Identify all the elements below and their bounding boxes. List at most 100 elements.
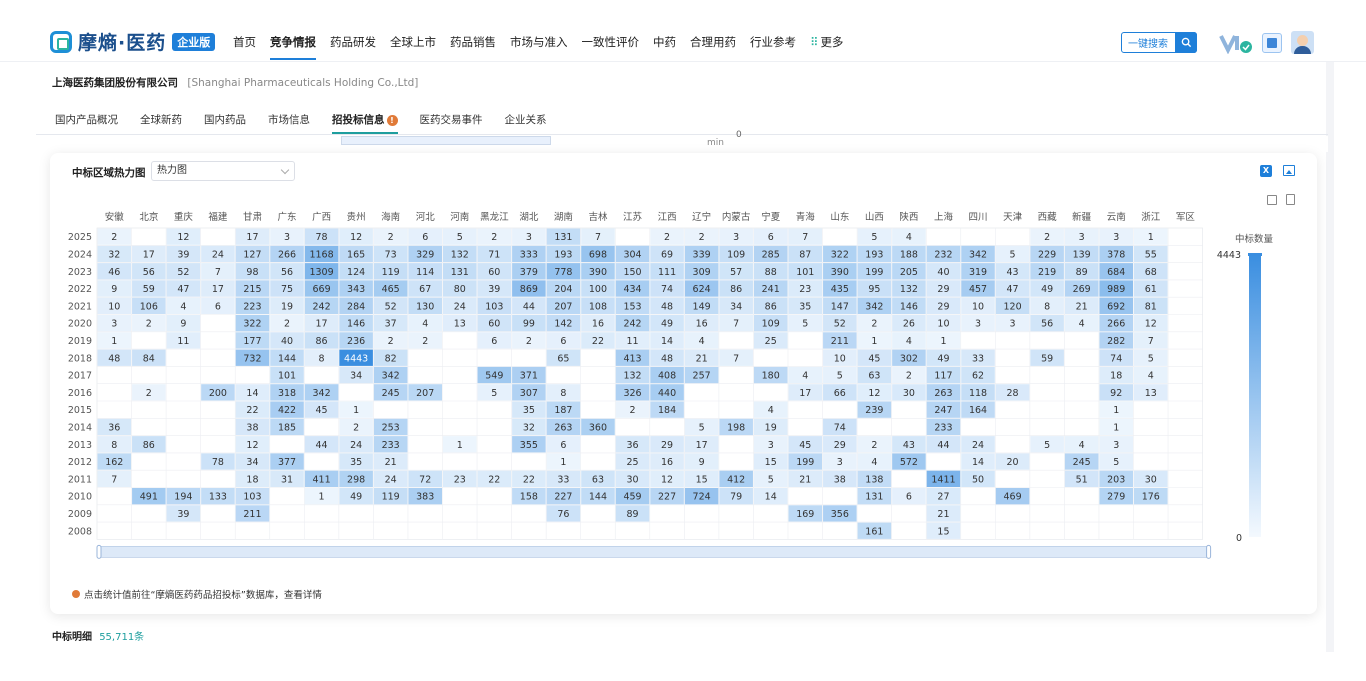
heatmap-cell-value[interactable]: 326 [623,388,641,399]
heatmap-cell-value[interactable]: 89 [626,509,638,520]
nav-item-3[interactable]: 全球上市 [390,34,436,60]
heatmap-cell-value[interactable]: 35 [523,405,535,416]
heatmap-cell-value[interactable]: 109 [727,249,745,260]
heatmap-cell-value[interactable]: 65 [557,353,569,364]
tab-4[interactable]: 招投标信息! [332,112,398,134]
heatmap-cell-value[interactable]: 247 [934,405,952,416]
heatmap-cell-value[interactable]: 22 [592,336,604,347]
heatmap-cell-value[interactable]: 16 [592,319,604,330]
heatmap-cell-value[interactable]: 176 [1142,492,1160,503]
heatmap-cell-value[interactable]: 89 [1076,267,1088,278]
heatmap-cell-value[interactable]: 203 [1107,474,1125,485]
heatmap-cell-value[interactable]: 12 [661,474,673,485]
heatmap-cell-value[interactable]: 193 [865,249,883,260]
heatmap-cell-value[interactable]: 307 [520,388,538,399]
heatmap-cell-value[interactable]: 4 [906,232,912,243]
heatmap-cell-value[interactable]: 253 [382,422,400,433]
heatmap-cell-value[interactable]: 7 [1148,336,1154,347]
heatmap-cell-value[interactable]: 86 [143,440,155,451]
heatmap-cell-value[interactable]: 1 [1113,405,1119,416]
nav-item-7[interactable]: 中药 [653,34,676,60]
heatmap-cell-value[interactable]: 43 [903,440,915,451]
heatmap-cell-value[interactable]: 23 [454,474,466,485]
heatmap-cell-value[interactable]: 4443 [344,353,368,364]
heatmap-cell-value[interactable]: 2 [491,232,497,243]
heatmap-cell-value[interactable]: 3 [768,440,774,451]
heatmap-cell-value[interactable]: 56 [281,267,293,278]
heatmap-cell-value[interactable]: 101 [278,371,296,382]
zoom-handle-left[interactable] [96,544,102,559]
heatmap-cell-value[interactable]: 7 [215,267,221,278]
heatmap-cell-value[interactable]: 138 [865,474,883,485]
heatmap-cell-value[interactable]: 76 [557,509,569,520]
heatmap-cell-value[interactable]: 4 [871,457,877,468]
heatmap-cell-value[interactable]: 199 [796,457,814,468]
heatmap-cell-value[interactable]: 378 [1107,249,1125,260]
heatmap-cell-value[interactable]: 329 [416,249,434,260]
heatmap-cell-value[interactable]: 6 [422,232,428,243]
heatmap-cell-value[interactable]: 778 [554,267,572,278]
heatmap-cell-value[interactable]: 30 [626,474,638,485]
heatmap-cell-value[interactable]: 120 [1004,301,1022,312]
nav-item-8[interactable]: 合理用药 [690,34,736,60]
heatmap-cell-value[interactable]: 52 [834,319,846,330]
heatmap-cell-value[interactable]: 23 [799,284,811,295]
heatmap-cell-value[interactable]: 149 [693,301,711,312]
heatmap-cell-value[interactable]: 21 [799,474,811,485]
heatmap-cell-value[interactable]: 469 [1004,492,1022,503]
heatmap-cell-value[interactable]: 162 [105,457,123,468]
heatmap-cell-value[interactable]: 360 [589,422,607,433]
heatmap-cell-value[interactable]: 724 [693,492,711,503]
heatmap-cell-value[interactable]: 1 [940,336,946,347]
heatmap-cell-value[interactable]: 34 [350,371,362,382]
heatmap-cell-value[interactable]: 139 [1073,249,1091,260]
heatmap-cell-value[interactable]: 187 [554,405,572,416]
heatmap-cell-value[interactable]: 1309 [309,267,333,278]
heatmap-cell-value[interactable]: 57 [730,267,742,278]
heatmap-cell-value[interactable]: 422 [278,405,296,416]
heatmap-cell-value[interactable]: 227 [658,492,676,503]
heatmap-cell-value[interactable]: 66 [834,388,846,399]
tab-2[interactable]: 国内药品 [204,112,246,134]
heatmap-cell-value[interactable]: 3 [837,457,843,468]
heatmap-cell-value[interactable]: 132 [623,371,641,382]
heatmap-cell-value[interactable]: 465 [382,284,400,295]
heatmap-cell-value[interactable]: 63 [592,474,604,485]
heatmap-cell-value[interactable]: 21 [1076,301,1088,312]
heatmap-cell-value[interactable]: 49 [937,353,949,364]
heatmap-cell-value[interactable]: 11 [626,336,638,347]
heatmap-cell-value[interactable]: 5 [802,319,808,330]
heatmap-cell-value[interactable]: 27 [937,492,949,503]
heatmap-cell-value[interactable]: 339 [693,249,711,260]
heatmap-cell-value[interactable]: 87 [799,249,811,260]
heatmap-cell-value[interactable]: 3 [111,319,117,330]
heatmap-cell-value[interactable]: 3 [733,232,739,243]
heatmap-cell-value[interactable]: 5 [491,388,497,399]
heatmap-cell-value[interactable]: 17 [316,319,328,330]
heatmap-cell-value[interactable]: 74 [661,284,673,295]
heatmap-cell-value[interactable]: 25 [626,457,638,468]
heatmap-cell-value[interactable]: 669 [313,284,331,295]
heatmap-cell-value[interactable]: 434 [623,284,641,295]
heatmap-cell-value[interactable]: 266 [278,249,296,260]
heatmap-cell-value[interactable]: 118 [969,388,987,399]
heatmap-cell-value[interactable]: 48 [661,353,673,364]
heatmap-cell-value[interactable]: 2 [422,336,428,347]
tab-1[interactable]: 全球新药 [140,112,182,134]
heatmap-cell-value[interactable]: 491 [140,492,158,503]
heatmap-cell-value[interactable]: 132 [900,284,918,295]
heatmap-cell-value[interactable]: 440 [658,388,676,399]
heatmap-cell-value[interactable]: 72 [419,474,431,485]
heatmap-cell-value[interactable]: 59 [1041,353,1053,364]
heatmap-cell-value[interactable]: 457 [969,284,987,295]
heatmap-cell-value[interactable]: 146 [347,319,365,330]
heatmap-cell-value[interactable]: 5 [1044,440,1050,451]
heatmap-cell-value[interactable]: 2 [388,232,394,243]
heatmap-cell-value[interactable]: 74 [834,422,846,433]
heatmap-cell-value[interactable]: 31 [281,474,293,485]
heatmap-cell-value[interactable]: 379 [520,267,538,278]
heatmap-cell-value[interactable]: 39 [177,249,189,260]
search-icon[interactable] [1175,32,1197,53]
heatmap-cell-value[interactable]: 78 [316,232,328,243]
heatmap-cell-value[interactable]: 4 [422,319,428,330]
